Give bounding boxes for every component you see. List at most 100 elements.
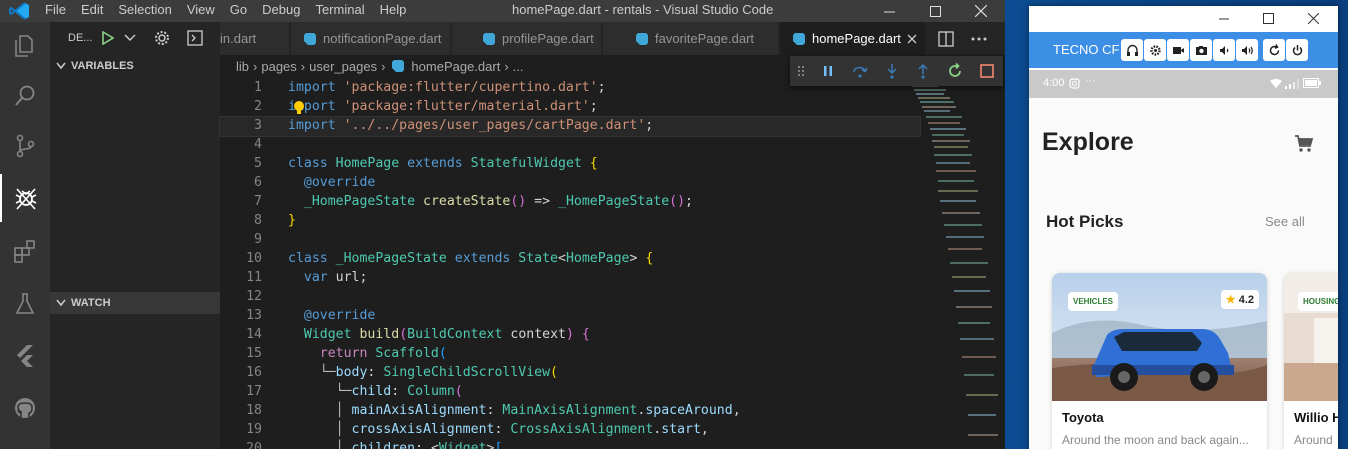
maximize-icon bbox=[929, 5, 941, 17]
gear-icon[interactable] bbox=[154, 30, 170, 46]
variables-section-header[interactable]: VARIABLES bbox=[50, 55, 220, 77]
search-icon bbox=[15, 85, 35, 106]
camera-icon bbox=[1195, 45, 1207, 55]
menu-edit[interactable]: Edit bbox=[81, 2, 103, 17]
menu-file[interactable]: File bbox=[45, 2, 66, 17]
step-over-button[interactable] bbox=[844, 56, 876, 86]
rotate-button[interactable] bbox=[1263, 39, 1285, 61]
menu-view[interactable]: View bbox=[187, 2, 215, 17]
android-emulator-window: TECNO CF 4:00 ··· Explore Hot Picks See … bbox=[1029, 6, 1338, 449]
minimap[interactable] bbox=[910, 77, 1005, 449]
code-editor[interactable]: 1 import 'package:flutter/cupertino.dart'… bbox=[219, 79, 921, 449]
pause-button[interactable] bbox=[812, 56, 844, 86]
headset-icon bbox=[1126, 44, 1138, 56]
instagram-icon bbox=[1069, 78, 1080, 89]
maximize-icon[interactable] bbox=[1263, 13, 1274, 24]
menu-debug[interactable]: Debug bbox=[262, 2, 300, 17]
debug-console-icon[interactable] bbox=[187, 30, 203, 46]
code-line: 5 class HomePage extends StatefulWidget { bbox=[254, 156, 598, 171]
volume-up-button[interactable] bbox=[1236, 39, 1258, 61]
tab-label: favoritePage.dart bbox=[655, 31, 755, 46]
breadcrumb-symbol[interactable]: ... bbox=[513, 59, 524, 74]
chevron-down-icon[interactable] bbox=[124, 34, 136, 42]
emulator-title-bar bbox=[1029, 6, 1338, 32]
step-into-icon bbox=[886, 64, 897, 79]
volume-down-button[interactable] bbox=[1213, 39, 1235, 61]
menu-terminal[interactable]: Terminal bbox=[315, 2, 364, 17]
github-button[interactable] bbox=[0, 384, 50, 432]
volume-down-icon bbox=[1219, 45, 1228, 55]
start-debug-icon[interactable] bbox=[100, 31, 114, 45]
code-line: 16 └─body: SingleChildScrollView( bbox=[246, 365, 558, 380]
debug-button[interactable] bbox=[0, 174, 50, 222]
step-out-button[interactable] bbox=[907, 56, 939, 86]
screenshot-button[interactable] bbox=[1190, 39, 1212, 61]
volume-up-icon bbox=[1241, 45, 1253, 55]
restart-button[interactable] bbox=[939, 56, 971, 86]
explorer-button[interactable] bbox=[0, 22, 50, 70]
listing-name: Toyota bbox=[1062, 410, 1104, 425]
window-title: homePage.dart - rentals - Visual Studio … bbox=[512, 2, 774, 17]
breadcrumb-lib[interactable]: lib bbox=[236, 59, 249, 74]
menu-selection[interactable]: Selection bbox=[118, 2, 171, 17]
listing-card[interactable]: HOUSING Willio H Around bbox=[1284, 273, 1338, 449]
watch-section-header[interactable]: WATCH bbox=[50, 292, 220, 314]
tab-label: profilePage.dart bbox=[502, 31, 594, 46]
test-button[interactable] bbox=[0, 280, 50, 328]
minimize-icon[interactable] bbox=[1219, 18, 1229, 20]
code-line: 9 bbox=[254, 232, 262, 247]
code-line-current: 3 import '../../pages/user_pages/cartPage… bbox=[219, 116, 921, 137]
tab-profile-page[interactable]: profilePage.dart bbox=[452, 22, 602, 55]
github-icon bbox=[15, 398, 35, 418]
breadcrumb-file[interactable]: homePage.dart bbox=[411, 59, 500, 74]
wifi-icon bbox=[1270, 79, 1282, 88]
section-title: Hot Picks bbox=[1046, 212, 1124, 231]
files-icon bbox=[15, 35, 33, 57]
step-into-button[interactable] bbox=[876, 56, 908, 86]
code-line: 6 @override bbox=[254, 175, 376, 190]
flutter-button[interactable] bbox=[0, 332, 50, 380]
debug-sidebar: DE... VARIABLES WATCH bbox=[50, 22, 220, 449]
maximize-button[interactable] bbox=[912, 0, 958, 22]
lightbulb-icon[interactable] bbox=[293, 100, 305, 115]
chevron-down-icon bbox=[56, 62, 66, 70]
debug-bug-icon bbox=[15, 188, 37, 210]
menu-help[interactable]: Help bbox=[380, 2, 407, 17]
breadcrumb-user-pages[interactable]: user_pages bbox=[309, 59, 377, 74]
source-control-button[interactable] bbox=[0, 122, 50, 170]
menu-bar: File Edit Selection View Go Debug Termin… bbox=[45, 2, 421, 17]
breadcrumb-pages[interactable]: pages bbox=[261, 59, 296, 74]
debug-config-select[interactable]: DE... bbox=[68, 32, 92, 44]
headset-button[interactable] bbox=[1121, 39, 1143, 61]
minimize-button[interactable] bbox=[866, 0, 912, 22]
flask-icon bbox=[15, 293, 35, 314]
code-line: 4 bbox=[254, 137, 262, 152]
search-button[interactable] bbox=[0, 72, 50, 120]
close-icon bbox=[975, 5, 987, 17]
drag-handle[interactable] bbox=[790, 56, 812, 86]
code-line: 13 @override bbox=[246, 308, 376, 323]
extensions-button[interactable] bbox=[0, 228, 50, 276]
tab-favorite-page[interactable]: favoritePage.dart bbox=[603, 22, 779, 55]
see-all-link[interactable]: See all bbox=[1265, 214, 1305, 229]
shopping-cart-icon[interactable] bbox=[1294, 134, 1314, 154]
tab-home-page[interactable]: homePage.dart bbox=[780, 22, 926, 55]
code-line: 12 bbox=[246, 289, 262, 304]
close-tab-icon[interactable] bbox=[907, 34, 917, 44]
drag-grip-icon bbox=[797, 66, 804, 76]
split-editor-icon[interactable] bbox=[938, 31, 954, 47]
close-icon[interactable] bbox=[1308, 13, 1319, 24]
settings-button[interactable] bbox=[1144, 39, 1166, 61]
video-button[interactable] bbox=[1167, 39, 1189, 61]
menu-go[interactable]: Go bbox=[230, 2, 247, 17]
listing-card[interactable]: VEHICLES ★ 4.2 Toyota Around the moon an… bbox=[1052, 273, 1267, 449]
tab-notification-page[interactable]: notificationPage.dart bbox=[291, 22, 451, 55]
stop-button[interactable] bbox=[971, 56, 1003, 86]
power-button[interactable] bbox=[1286, 39, 1308, 61]
gear-icon bbox=[1149, 44, 1161, 56]
close-button[interactable] bbox=[958, 0, 1004, 22]
more-actions-icon[interactable] bbox=[971, 37, 987, 41]
star-icon: ★ bbox=[1225, 294, 1236, 306]
minimize-icon bbox=[883, 11, 895, 12]
tab-main[interactable]: in.dart bbox=[220, 22, 290, 55]
